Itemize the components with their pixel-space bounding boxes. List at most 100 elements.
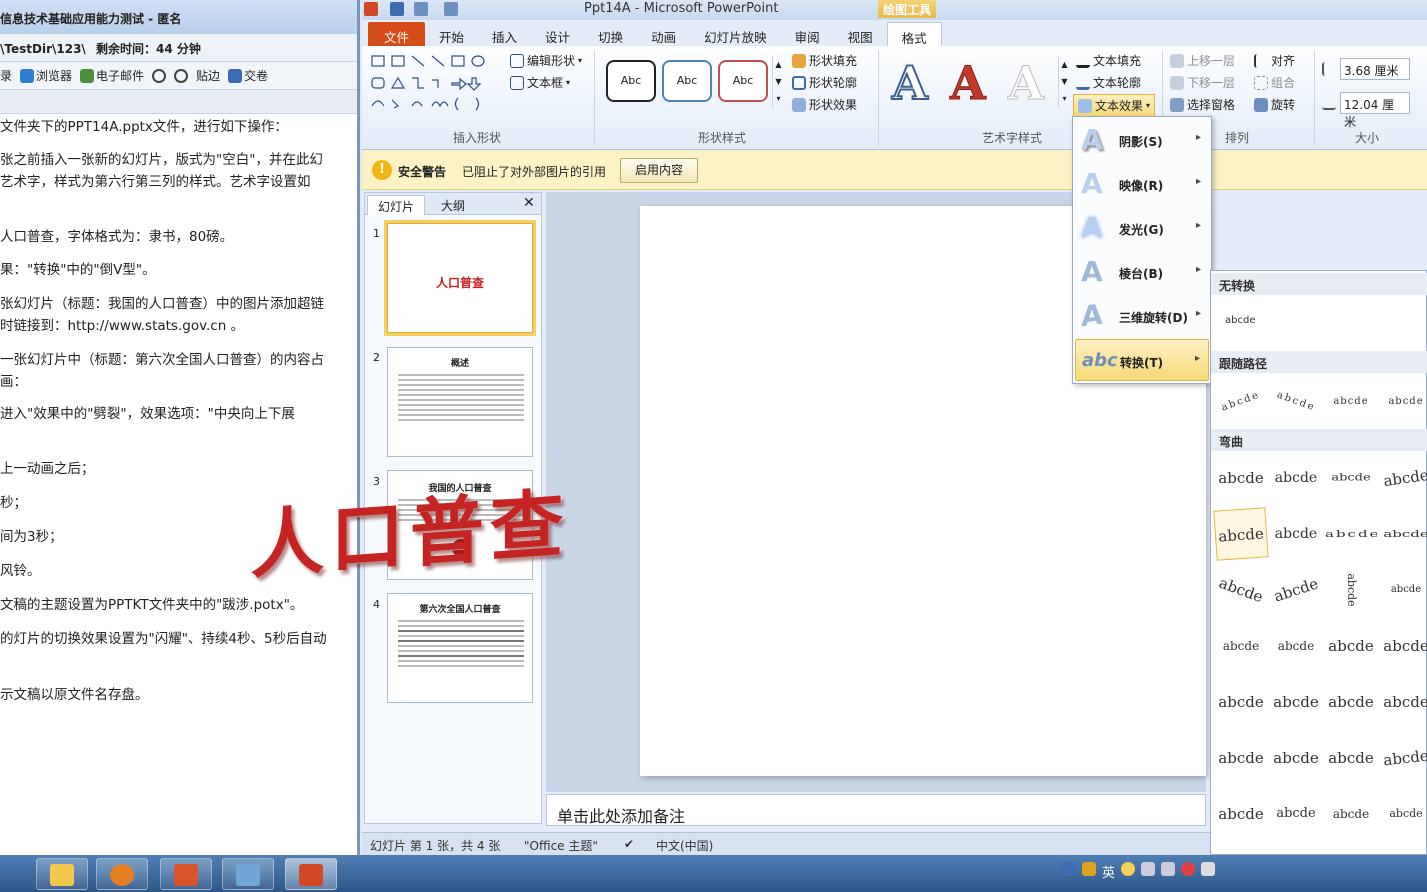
warp-option[interactable]: abcde [1380,621,1427,671]
warp-option[interactable]: abcde [1270,509,1322,559]
close-pane-icon[interactable]: ✕ [523,195,535,211]
warp-option[interactable]: abcde [1325,519,1377,549]
warp-option[interactable]: abcde [1270,677,1322,727]
shape-effects-button[interactable]: 形状效果 [792,96,857,113]
taskbar-explorer[interactable] [36,858,88,890]
zoom-out-button[interactable] [174,68,189,83]
shape-outline-button[interactable]: 形状轮廓 [792,74,857,91]
menu-item-3d-rotation[interactable]: A 三维旋转(D) ▸ [1075,295,1209,337]
record-icon[interactable] [1181,862,1196,876]
warp-option[interactable]: abcde [1270,733,1322,783]
warp-option[interactable]: abcde [1215,621,1267,671]
warp-option[interactable]: abcde [1380,565,1427,615]
align-button[interactable]: 对齐 [1254,52,1295,69]
warp-option[interactable]: abcde [1380,519,1427,549]
taskbar-powerpoint[interactable] [285,858,337,890]
tab-slideshow[interactable]: 幻灯片放映 [690,22,781,46]
zoom-in-button[interactable] [152,68,167,83]
warp-option[interactable]: abcde [1215,789,1267,839]
wordart-style-1[interactable]: A [891,55,929,111]
shape-width-input[interactable]: 12.04 厘米 [1340,92,1410,129]
wordart-style-2[interactable]: A [950,56,987,111]
text-box-button[interactable]: 文本框 ▾ [510,74,570,91]
follow-path-option[interactable]: abcde [1325,377,1377,427]
settings-icon[interactable] [1161,862,1176,876]
language-indicator[interactable]: 英 [1102,862,1115,881]
undo-icon[interactable] [414,2,428,16]
warp-option[interactable]: abcde [1325,789,1377,839]
menu-item-bevel[interactable]: A 棱台(B) ▸ [1075,251,1209,293]
warp-option[interactable]: abcde [1215,453,1267,503]
warp-option[interactable]: abcde [1326,564,1376,616]
text-fill-button[interactable]: 文本填充 [1076,52,1141,69]
warp-option[interactable]: abcde [1325,621,1377,671]
notes-pane[interactable]: 单击此处添加备注 [546,794,1206,826]
wordart-style-3[interactable]: A [1008,56,1045,111]
slide-thumbnail-4[interactable]: 第六次全国人口普查 [387,593,533,703]
selection-pane-button[interactable]: 选择窗格 [1170,96,1235,113]
taskbar-office[interactable] [160,858,212,890]
ime-mode-icon[interactable] [1082,862,1096,876]
shapes-gallery[interactable] [370,54,500,114]
warp-option[interactable]: abcde [1213,507,1269,561]
menu-item-glow[interactable]: A 发光(G) ▸ [1075,207,1209,249]
warp-option[interactable]: abcde [1270,789,1322,839]
tab-slides[interactable]: 幻灯片 [367,195,426,215]
warp-option[interactable]: abcde [1380,677,1427,727]
menu-item-reflection[interactable]: A 映像(R) ▸ [1075,163,1209,205]
shape-style-1[interactable]: Abc [606,60,656,102]
rotate-button[interactable]: 旋转 [1254,96,1295,113]
no-transform-option[interactable]: abcde [1225,315,1255,326]
shape-styles-scroll[interactable]: ▲ ▼ ▾ [772,56,784,108]
volume-icon[interactable] [1201,862,1216,876]
tab-transitions[interactable]: 切换 [584,22,637,46]
edit-shape-button[interactable]: 编辑形状 ▾ [510,52,582,69]
slide-thumbnail-2[interactable]: 概述 [387,347,533,457]
exam-tool-record[interactable]: 录 [0,67,12,84]
warp-option[interactable]: abcde [1325,458,1377,498]
taskbar-exam-window[interactable] [222,858,274,890]
warp-option[interactable]: abcde [1215,733,1267,783]
text-effects-button[interactable]: 文本效果 ▾ [1073,94,1156,117]
warp-option[interactable]: abcde [1325,677,1377,727]
warp-option[interactable]: abcde [1270,621,1322,671]
group-button[interactable]: 组合 [1254,74,1295,91]
shape-height-input[interactable]: 3.68 厘米 [1340,58,1410,80]
ime-icon[interactable] [1062,862,1076,876]
warp-option[interactable]: abcde [1325,733,1377,783]
save-icon[interactable] [390,2,404,16]
email-button[interactable]: 电子邮件 [80,67,144,84]
bring-forward-button[interactable]: 上移一层 [1170,52,1235,69]
shape-style-2[interactable]: Abc [662,60,712,102]
warp-option[interactable]: abcde [1215,677,1267,727]
follow-path-option[interactable]: abcde [1208,370,1274,435]
snap-edge-button[interactable]: 贴边 [196,67,220,84]
tab-view[interactable]: 视图 [834,22,887,46]
shape-style-3[interactable]: Abc [718,60,768,102]
menu-item-shadow[interactable]: A 阴影(S) ▸ [1075,119,1209,161]
warp-option[interactable]: abcde [1378,730,1427,785]
tab-file[interactable]: 文件 [368,22,426,46]
tab-format[interactable]: 格式 [886,22,942,46]
warp-option[interactable]: abcde [1264,558,1329,622]
menu-item-transform[interactable]: abc 转换(T) ▸ [1075,339,1209,381]
tab-review[interactable]: 审阅 [781,22,834,46]
tab-outline[interactable]: 大纲 [431,195,475,215]
tab-home[interactable]: 开始 [425,22,478,46]
browser-button[interactable]: 浏览器 [20,67,72,84]
redo-icon[interactable] [444,2,458,16]
submit-button[interactable]: 交卷 [228,67,268,84]
send-backward-button[interactable]: 下移一层 [1170,74,1235,91]
wordart-scroll[interactable]: ▲ ▼ ▾ [1058,56,1070,108]
shape-fill-button[interactable]: 形状填充 [792,52,857,69]
wordart-text[interactable]: 人口普查 [250,464,569,594]
warp-option[interactable]: abcde [1270,453,1322,503]
keyboard-icon[interactable] [1141,862,1156,876]
warp-option[interactable]: abcde [1377,450,1427,507]
warp-option[interactable]: abcde [1208,558,1274,623]
taskbar-media-player[interactable] [96,858,148,890]
text-outline-button[interactable]: 文本轮廓 [1076,74,1141,91]
moon-icon[interactable] [1121,862,1136,876]
slide-thumbnail-1[interactable]: 人口普查 [384,220,536,336]
tab-design[interactable]: 设计 [531,22,584,46]
